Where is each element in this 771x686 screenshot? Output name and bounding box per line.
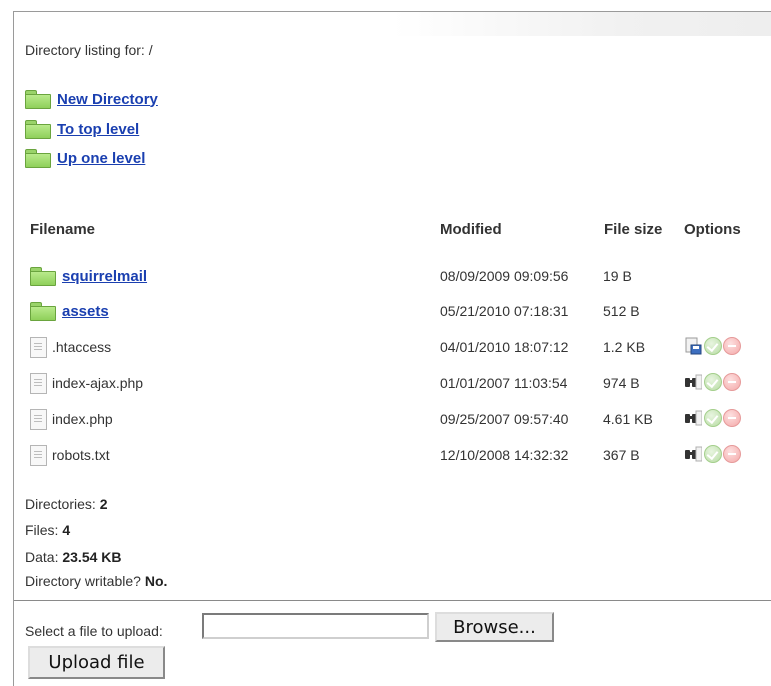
modified-cell: 01/01/2007 11:03:54	[440, 375, 568, 391]
to-top-level-link[interactable]: To top level	[57, 121, 139, 138]
nav-up-one-level[interactable]: Up one level	[25, 147, 145, 169]
edit-file-icon[interactable]	[684, 337, 702, 355]
stat-label: Files:	[25, 522, 59, 538]
options-cell	[684, 373, 741, 391]
modified-cell: 05/21/2010 07:18:31	[440, 303, 569, 319]
file-name-cell: index.php	[30, 406, 113, 432]
stat-value: 23.54 KB	[62, 549, 122, 565]
file-name: index.php	[52, 411, 113, 427]
nav-to-top-level[interactable]: To top level	[25, 118, 139, 140]
view-binoculars-icon[interactable]	[684, 373, 703, 391]
size-cell: 1.2 KB	[603, 339, 646, 355]
stat-data: Data: 23.54 KB	[25, 549, 122, 565]
directory-label: Directory listing for: /	[25, 42, 153, 58]
size-cell: 19 B	[603, 268, 632, 284]
new-directory-link[interactable]: New Directory	[57, 91, 158, 108]
document-icon	[30, 408, 47, 430]
divider	[14, 600, 771, 601]
table-row: .htaccess 04/01/2010 18:07:12 1.2 KB	[14, 334, 771, 360]
delete-icon[interactable]	[723, 373, 741, 391]
stat-files: Files: 4	[25, 522, 70, 538]
table-row: robots.txt 12/10/2008 14:32:32 367 B	[14, 442, 771, 468]
file-name: .htaccess	[52, 339, 112, 355]
size-cell: 512 B	[603, 303, 640, 319]
document-icon	[30, 444, 47, 466]
column-header-options: Options	[684, 221, 741, 238]
size-cell: 367 B	[603, 447, 640, 463]
column-header-modified: Modified	[440, 221, 502, 238]
approve-icon[interactable]	[704, 373, 722, 391]
file-name: index-ajax.php	[52, 375, 144, 391]
directory-link[interactable]: squirrelmail	[62, 268, 147, 285]
folder-icon	[30, 267, 56, 286]
modified-cell: 09/25/2007 09:57:40	[440, 411, 569, 427]
table-row: assets 05/21/2010 07:18:31 512 B	[14, 298, 771, 324]
view-binoculars-icon[interactable]	[684, 409, 703, 427]
table-row: index-ajax.php 01/01/2007 11:03:54 974 B	[14, 370, 771, 396]
document-icon	[30, 372, 47, 394]
table-row: squirrelmail 08/09/2009 09:09:56 19 B	[14, 263, 771, 289]
folder-icon	[30, 302, 56, 321]
approve-icon[interactable]	[704, 409, 722, 427]
delete-icon[interactable]	[723, 409, 741, 427]
folder-icon	[25, 149, 51, 168]
file-manager-panel: Directory listing for: / New Directory T…	[13, 11, 771, 686]
top-band	[14, 12, 771, 36]
upload-file-button[interactable]: Upload file	[28, 646, 165, 679]
dir-name-cell: assets	[30, 298, 109, 324]
stat-label: Directories:	[25, 496, 96, 512]
delete-icon[interactable]	[723, 337, 741, 355]
upload-label: Select a file to upload:	[25, 623, 163, 639]
nav-new-directory[interactable]: New Directory	[25, 88, 158, 110]
up-one-level-link[interactable]: Up one level	[57, 150, 145, 167]
file-name-cell: index-ajax.php	[30, 370, 143, 396]
options-cell	[684, 337, 741, 355]
stat-value: 4	[62, 522, 71, 538]
column-header-filename: Filename	[30, 221, 96, 238]
modified-cell: 08/09/2009 09:09:56	[440, 268, 569, 284]
folder-icon	[25, 90, 51, 109]
column-header-size: File size	[604, 221, 663, 238]
file-name-cell: .htaccess	[30, 334, 111, 360]
approve-icon[interactable]	[704, 445, 722, 463]
file-name-cell: robots.txt	[30, 442, 110, 468]
file-path-input[interactable]	[202, 613, 429, 639]
stat-value: 2	[99, 496, 108, 512]
dir-name-cell: squirrelmail	[30, 263, 147, 289]
delete-icon[interactable]	[723, 445, 741, 463]
stat-value: No.	[144, 573, 168, 589]
file-name: robots.txt	[52, 447, 110, 463]
stat-writable: Directory writable? No.	[25, 573, 167, 589]
size-cell: 4.61 KB	[603, 411, 653, 427]
options-cell	[684, 445, 741, 463]
directory-link[interactable]: assets	[62, 303, 109, 320]
modified-cell: 04/01/2010 18:07:12	[440, 339, 569, 355]
stat-label: Data:	[25, 549, 59, 565]
table-row: index.php 09/25/2007 09:57:40 4.61 KB	[14, 406, 771, 432]
view-binoculars-icon[interactable]	[684, 445, 703, 463]
folder-icon	[25, 120, 51, 139]
modified-cell: 12/10/2008 14:32:32	[440, 447, 569, 463]
approve-icon[interactable]	[704, 337, 722, 355]
document-icon	[30, 336, 47, 358]
stat-directories: Directories: 2	[25, 496, 107, 512]
browse-button[interactable]: Browse...	[435, 612, 554, 642]
stat-label: Directory writable?	[25, 573, 141, 589]
options-cell	[684, 409, 741, 427]
size-cell: 974 B	[603, 375, 640, 391]
